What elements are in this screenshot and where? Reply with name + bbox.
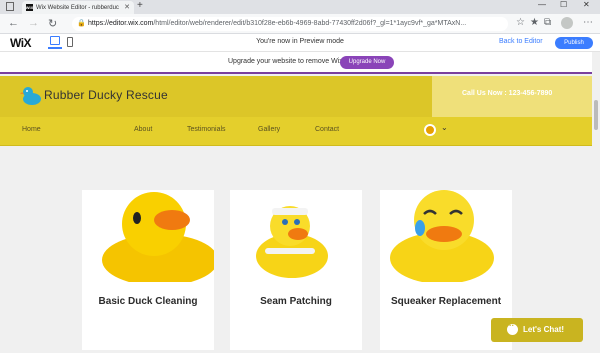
tab-title: Wix Website Editor - rubberduc <box>36 4 119 11</box>
address-bar[interactable]: 🔒 https://editor.wix.com/html/editor/web… <box>72 17 508 31</box>
duck-logo-icon[interactable] <box>20 84 42 106</box>
close-window-icon[interactable]: ✕ <box>583 0 590 9</box>
reload-icon[interactable]: ↻ <box>48 17 57 30</box>
browser-toolbar: ← → ↻ 🔒 https://editor.wix.com/html/edit… <box>0 14 600 34</box>
url-path: /html/editor/web/renderer/edit/b310f28e-… <box>153 20 467 27</box>
close-tab-icon[interactable]: ✕ <box>124 3 130 11</box>
service-card-cleaning[interactable]: Basic Duck Cleaning <box>82 190 214 350</box>
forward-icon[interactable]: → <box>28 17 39 29</box>
back-to-editor-link[interactable]: Back to Editor <box>499 38 543 45</box>
chat-label: Let's Chat! <box>523 325 565 334</box>
url-host: https://editor.wix.com <box>88 20 154 27</box>
service-card-patching[interactable]: Seam Patching <box>230 190 362 350</box>
nav-contact[interactable]: Contact <box>315 126 339 133</box>
wix-preview-bar: WiX You're now in Preview mode Back to E… <box>0 34 600 52</box>
nav-testimonials[interactable]: Testimonials <box>187 126 226 133</box>
site-title[interactable]: Rubber Ducky Rescue <box>44 88 168 102</box>
lock-icon: 🔒 <box>77 20 86 27</box>
nav-gallery[interactable]: Gallery <box>258 126 280 133</box>
phone-number[interactable]: Call Us Now : 123-456-7890 <box>462 90 552 97</box>
nav-about[interactable]: About <box>134 126 152 133</box>
language-flag-icon[interactable] <box>424 124 436 136</box>
laughing-duck-image <box>390 190 494 282</box>
tab-actions-icon[interactable] <box>6 2 14 11</box>
nav-home[interactable]: Home <box>22 126 41 133</box>
site-preview: Upgrade your website to remove Wix ads U… <box>0 52 592 353</box>
profile-avatar[interactable] <box>561 17 573 29</box>
collections-icon[interactable]: ⧉ <box>544 17 551 28</box>
desktop-active-indicator <box>48 47 62 49</box>
browser-tab[interactable]: WiX Wix Website Editor - rubberduc ✕ <box>22 1 134 14</box>
card-title: Seam Patching <box>260 296 332 307</box>
publish-button[interactable]: Publish <box>555 37 593 49</box>
site-nav: Home About Testimonials Gallery Contact … <box>0 117 592 146</box>
back-icon[interactable]: ← <box>8 17 19 29</box>
chat-button[interactable]: Let's Chat! <box>491 318 583 342</box>
site-header: Rubber Ducky Rescue Call Us Now : 123-45… <box>0 76 592 117</box>
favorites-icon[interactable]: ★ <box>530 17 539 28</box>
browser-tab-strip: WiX Wix Website Editor - rubberduc ✕ + —… <box>0 0 600 14</box>
upgrade-now-button[interactable]: Upgrade Now <box>340 56 394 69</box>
scrollbar-thumb[interactable] <box>594 100 598 130</box>
minimize-icon[interactable]: — <box>538 0 546 9</box>
wix-favicon-icon: WiX <box>25 4 34 11</box>
chat-bubble-icon <box>507 321 518 335</box>
card-title: Squeaker Replacement <box>390 296 502 307</box>
more-menu-icon[interactable]: ⋯ <box>583 17 593 28</box>
wix-ads-banner: Upgrade your website to remove Wix ads U… <box>0 52 592 74</box>
chevron-down-icon[interactable]: ⌄ <box>441 123 448 132</box>
new-tab-icon[interactable]: + <box>137 0 143 11</box>
maximize-icon[interactable]: ☐ <box>560 0 567 9</box>
favorites-star-icon[interactable]: ☆ <box>516 17 525 28</box>
banner-text: Upgrade your website to remove Wix ads <box>228 58 356 65</box>
page-scrollbar[interactable] <box>592 52 600 353</box>
header-brand-area: Rubber Ducky Rescue <box>0 76 432 117</box>
card-title: Basic Duck Cleaning <box>98 296 198 307</box>
bandaged-duck-image <box>256 206 328 278</box>
duck-image <box>102 192 214 282</box>
